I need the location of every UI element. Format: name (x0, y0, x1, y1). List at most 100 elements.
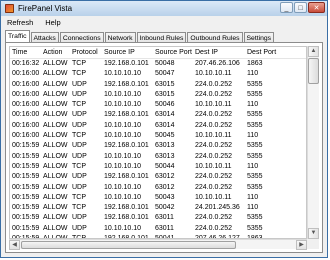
table-cell: ALLOW (43, 224, 68, 232)
table-row[interactable]: 00:16:00 ALLOW TCP 10.10.10.10 50047 10.10.10… (10, 69, 306, 79)
table-cell: 10.10.10.11 (195, 193, 232, 201)
table-cell: 192.168.0.101 (104, 111, 149, 119)
vertical-scroll-thumb[interactable] (308, 58, 319, 84)
table-cell: 50047 (155, 70, 175, 78)
table-cell: 207.46.26.106 (195, 60, 240, 67)
window-controls: _ □ ✕ (280, 2, 325, 13)
table-cell: 00:15:59 (12, 224, 40, 232)
table-cell: 10.10.10.10 (104, 224, 141, 232)
table-cell: 00:15:59 (12, 214, 40, 222)
column-header-protocol[interactable]: Protocol (70, 47, 102, 58)
table-cell: 63014 (155, 111, 175, 119)
table-cell: 110 (247, 70, 259, 78)
table-row[interactable]: 00:16:32 ALLOW TCP 192.168.0.101 50048 207.46… (10, 59, 306, 69)
table-cell: TCP (72, 60, 86, 67)
table-cell: 5355 (247, 111, 263, 119)
title-bar[interactable]: FirePanel Vista _ □ ✕ (1, 1, 327, 16)
table-cell: 00:16:00 (12, 101, 40, 109)
table-cell: ALLOW (43, 204, 68, 212)
table-cell: 10.10.10.10 (104, 132, 141, 140)
table-cell: 00:16:00 (12, 132, 40, 140)
vertical-scrollbar[interactable]: ▲ ▼ (307, 46, 319, 239)
table-cell: 224.0.0.252 (195, 214, 232, 222)
table-row[interactable]: 00:15:59 ALLOW UDP 10.10.10.10 63011 224.0.0.… (10, 224, 306, 234)
table-cell: 00:15:59 (12, 173, 40, 181)
table-cell: 00:15:59 (12, 142, 40, 150)
table-cell: 00:15:59 (12, 204, 40, 212)
table-cell: 10.10.10.10 (104, 152, 141, 160)
scroll-right-icon[interactable]: ▶ (296, 240, 307, 250)
menu-refresh[interactable]: Refresh (1, 18, 39, 27)
column-header-dest-ip[interactable]: Dest IP (193, 47, 245, 58)
table-row[interactable]: 00:16:00 ALLOW UDP 192.168.0.101 63015 224.0.… (10, 80, 306, 90)
table-cell: ALLOW (43, 90, 68, 98)
table-cell: TCP (72, 101, 86, 109)
table-cell: 110 (247, 162, 259, 170)
table-cell: 10.10.10.10 (104, 90, 141, 98)
table-cell: 63011 (155, 224, 174, 232)
table-cell: 5355 (247, 80, 263, 88)
table-row[interactable]: 00:15:59 ALLOW UDP 10.10.10.10 63013 224.0.0.… (10, 152, 306, 162)
table-cell: UDP (72, 214, 87, 222)
table-cell: TCP (72, 204, 86, 212)
table-row[interactable]: 00:15:59 ALLOW TCP 10.10.10.10 50044 10.10.10… (10, 162, 306, 172)
table-row[interactable]: 00:15:59 ALLOW UDP 192.168.0.101 63013 224.0.… (10, 141, 306, 151)
table-cell: 5355 (247, 214, 263, 222)
table-row[interactable]: 00:16:00 ALLOW TCP 10.10.10.10 50045 10.10.10… (10, 131, 306, 141)
table-row[interactable]: 00:15:59 ALLOW TCP 192.168.0.101 50042 24.201… (10, 203, 306, 213)
column-header-dest-port[interactable]: Dest Port (245, 47, 283, 58)
column-header-source-ip[interactable]: Source IP (102, 47, 153, 58)
table-cell: ALLOW (43, 111, 68, 119)
table-row[interactable]: 00:15:59 ALLOW UDP 192.168.0.101 63011 224.0.… (10, 213, 306, 223)
table-cell: 24.201.245.36 (195, 204, 240, 212)
table-cell: 00:16:00 (12, 121, 40, 129)
table-cell: 63014 (155, 121, 175, 129)
table-cell: UDP (72, 173, 87, 181)
table-row[interactable]: 00:15:59 ALLOW UDP 192.168.0.101 63012 224.0.… (10, 172, 306, 182)
table-row[interactable]: 00:16:00 ALLOW UDP 192.168.0.101 63014 224.0.… (10, 110, 306, 120)
table-row[interactable]: 00:15:59 ALLOW TCP 10.10.10.10 50043 10.10.10… (10, 193, 306, 203)
table-cell: 00:15:59 (12, 162, 40, 170)
menu-help[interactable]: Help (39, 18, 66, 27)
column-header-time[interactable]: Time (10, 47, 41, 58)
table-cell: 192.168.0.101 (104, 173, 149, 181)
table-cell: 10.10.10.10 (104, 70, 141, 78)
scroll-down-icon[interactable]: ▼ (308, 228, 319, 239)
scroll-up-icon[interactable]: ▲ (308, 46, 319, 57)
traffic-panel: Time Action Protocol Source IP Source Po… (5, 42, 323, 253)
close-button[interactable]: ✕ (308, 2, 325, 13)
table-cell: 00:16:00 (12, 90, 40, 98)
table-cell: 224.0.0.252 (195, 183, 232, 191)
table-cell: 192.168.0.101 (104, 204, 149, 212)
scroll-left-icon[interactable]: ◀ (9, 240, 20, 250)
table-cell: 5355 (247, 173, 263, 181)
scrollbar-corner (307, 239, 319, 249)
table-cell: 10.10.10.10 (104, 193, 141, 201)
table-cell: 00:16:00 (12, 80, 40, 88)
table-row[interactable]: 00:16:00 ALLOW UDP 10.10.10.10 63015 224.0.0.… (10, 90, 306, 100)
table-cell: 10.10.10.11 (195, 132, 232, 140)
table-row[interactable]: 00:15:59 ALLOW UDP 10.10.10.10 63012 224.0.0.… (10, 183, 306, 193)
table-row[interactable]: 00:16:00 ALLOW TCP 10.10.10.10 50046 10.10.10… (10, 100, 306, 110)
table-cell: 50048 (155, 60, 175, 67)
column-header-action[interactable]: Action (41, 47, 70, 58)
table-cell: UDP (72, 183, 87, 191)
table-cell: 63015 (155, 80, 175, 88)
traffic-table[interactable]: Time Action Protocol Source IP Source Po… (9, 46, 307, 239)
horizontal-scrollbar[interactable]: ◀ ▶ (9, 239, 307, 250)
table-row[interactable]: 00:16:00 ALLOW UDP 10.10.10.10 63014 224.0.0.… (10, 121, 306, 131)
table-cell: 50042 (155, 204, 175, 212)
table-cell: 224.0.0.252 (195, 80, 232, 88)
table-cell: ALLOW (43, 152, 68, 160)
table-cell: ALLOW (43, 60, 68, 67)
maximize-button[interactable]: □ (294, 2, 307, 13)
table-cell: 224.0.0.252 (195, 121, 232, 129)
table-cell: ALLOW (43, 214, 68, 222)
horizontal-scroll-thumb[interactable] (21, 241, 236, 249)
table-cell: 63011 (155, 214, 174, 222)
table-cell: 224.0.0.252 (195, 152, 232, 160)
table-cell: 10.10.10.10 (104, 101, 141, 109)
table-cell: UDP (72, 111, 87, 119)
minimize-button[interactable]: _ (280, 2, 293, 13)
column-header-source-port[interactable]: Source Port (153, 47, 193, 58)
